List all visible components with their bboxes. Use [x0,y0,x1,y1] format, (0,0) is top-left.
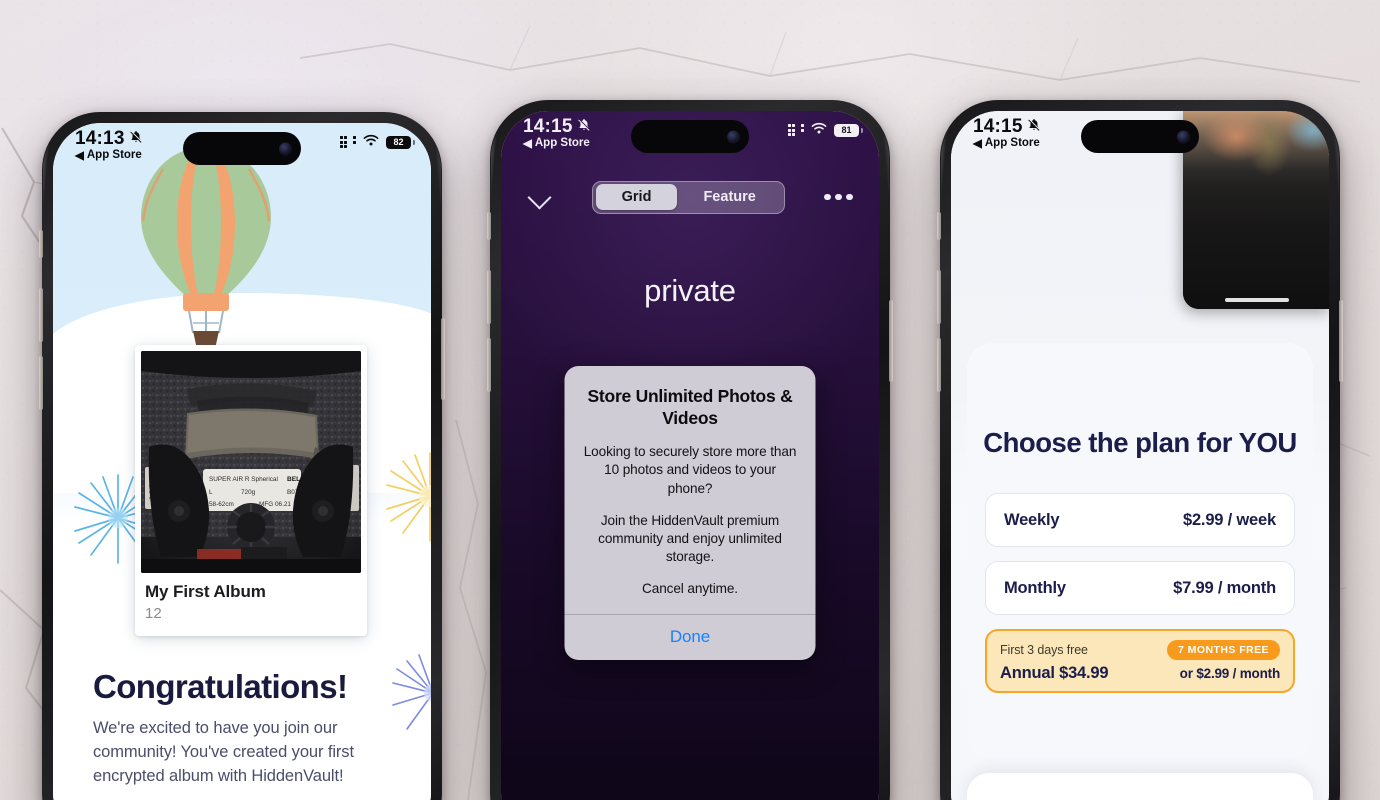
picture-in-picture-video[interactable] [1183,111,1329,309]
annual-plan-name: Annual $34.99 [1000,663,1109,682]
phone-2-screen: Grid Feature private Store Unlimited Pho… [501,111,879,800]
front-camera-icon [279,142,292,155]
firework-yellow-right [375,441,431,556]
view-mode-segmented-control[interactable]: Grid Feature [592,180,786,214]
subscribe-cta-sheet[interactable]: 3 Days FREE Then $34.99 / year [967,773,1313,800]
phone-1-frame: SUPER AIR R Spherical BELL L 720g B0737 … [39,112,445,800]
dialog-paragraph-1: Looking to securely store more than 10 p… [583,444,797,496]
album-meta: My First Album 12 [141,573,361,636]
annual-alt-price: or $2.99 / month [1179,665,1281,681]
hot-air-balloon-icon [131,141,281,366]
svg-text:SUPER AIR R Spherical: SUPER AIR R Spherical [209,476,278,483]
annual-top-row: First 3 days free 7 MONTHS FREE [1000,639,1280,660]
plan-price: $7.99 / month [1173,578,1276,597]
phone3-power-button[interactable] [1339,300,1343,382]
album-cover-photo: SUPER AIR R Spherical BELL L 720g B0737 … [141,351,361,573]
phone1-volume-down-button[interactable] [39,356,43,410]
congratulations-heading: Congratulations! [93,668,348,705]
annual-trial-label: First 3 days free [1000,642,1088,657]
phone2-silence-switch[interactable] [487,212,491,240]
front-camera-icon [727,130,740,143]
more-horizontal-icon[interactable] [824,193,853,201]
phone1-silence-switch[interactable] [39,230,43,258]
plan-option-monthly[interactable]: Monthly $7.99 / month [985,561,1295,615]
svg-text:720g: 720g [241,489,256,496]
phone2-power-button[interactable] [889,300,893,382]
album-count: 12 [145,605,162,622]
dialog-title: Store Unlimited Photos & Videos [587,386,793,429]
phone2-volume-down-button[interactable] [487,338,491,392]
paywall-panel: Choose the plan for YOU Weekly $2.99 / w… [967,343,1313,757]
plan-price: $2.99 / week [1182,510,1276,529]
svg-text:58-62cm: 58-62cm [209,501,234,508]
phone2-volume-up-button[interactable] [487,270,491,324]
plan-list: Weekly $2.99 / week Monthly $7.99 / mont… [985,493,1295,693]
segment-feature[interactable]: Feature [677,184,781,210]
plan-name: Monthly [1004,578,1066,597]
svg-text:L: L [209,489,213,496]
chevron-down-icon[interactable] [527,184,553,210]
done-button[interactable]: Done [564,613,816,660]
phone1-volume-up-button[interactable] [39,288,43,342]
months-free-badge: 7 MONTHS FREE [1166,639,1280,660]
phone3-silence-switch[interactable] [937,212,941,240]
dialog-paragraph-2: Join the HiddenVault premium community a… [598,512,782,565]
phone2-toolbar: Grid Feature [501,174,879,220]
premium-upsell-dialog: Store Unlimited Photos & Videos Looking … [564,366,816,660]
phone2-dynamic-island [631,120,749,153]
segment-grid[interactable]: Grid [595,184,678,210]
paywall-heading: Choose the plan for YOU [983,427,1297,458]
album-name-heading: private [644,273,736,308]
phone3-dynamic-island [1081,120,1199,153]
plan-option-annual[interactable]: First 3 days free 7 MONTHS FREE Annual $… [985,629,1295,693]
phone3-volume-down-button[interactable] [937,338,941,392]
dialog-paragraph-3: Cancel anytime. [642,581,738,597]
phone-3-frame: Choose the plan for YOU Weekly $2.99 / w… [937,100,1343,800]
plan-option-weekly[interactable]: Weekly $2.99 / week [985,493,1295,547]
phone-1-screen: SUPER AIR R Spherical BELL L 720g B0737 … [53,123,431,800]
dialog-body: Store Unlimited Photos & Videos Looking … [565,366,816,614]
phone1-power-button[interactable] [441,318,445,400]
pip-overlay [1183,111,1329,309]
album-title: My First Album [145,582,266,601]
phone-2-frame: Grid Feature private Store Unlimited Pho… [487,100,893,800]
plan-name: Weekly [1004,510,1060,529]
annual-bottom-row: Annual $34.99 or $2.99 / month [1000,664,1280,683]
congratulations-body: We're excited to have you join our commu… [93,719,354,785]
congratulations-section: Congratulations! We're excited to have y… [93,668,405,789]
phone-3-screen: Choose the plan for YOU Weekly $2.99 / w… [951,111,1329,800]
phone3-volume-up-button[interactable] [937,270,941,324]
phone1-dynamic-island [183,132,301,165]
album-card[interactable]: SUPER AIR R Spherical BELL L 720g B0737 … [135,345,367,636]
front-camera-icon [1177,130,1190,143]
pip-drag-handle[interactable] [1225,298,1289,302]
